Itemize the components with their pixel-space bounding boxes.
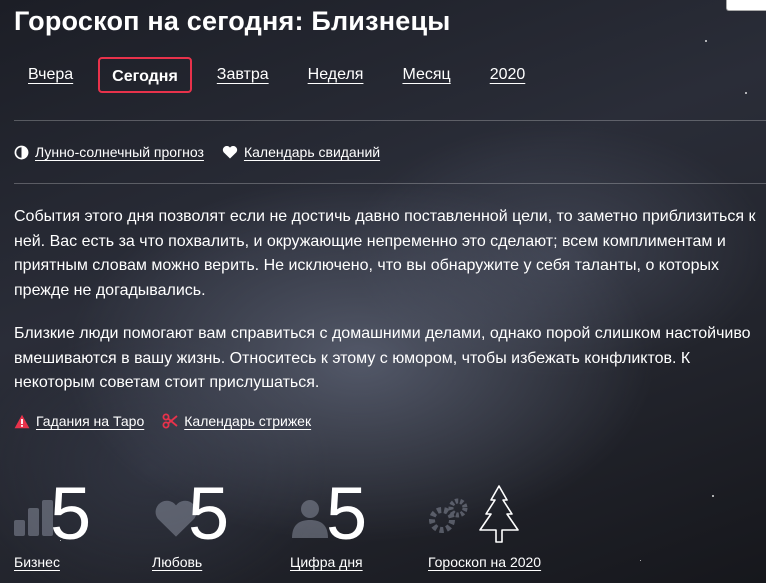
tab-yesterday[interactable]: Вчера <box>14 57 87 93</box>
stat-horoscope-2020[interactable]: Гороскоп на 2020 <box>428 478 628 578</box>
page-title: Гороскоп на сегодня: Близнецы <box>14 6 451 36</box>
tab-today[interactable]: Сегодня <box>98 57 192 93</box>
tab-tomorrow[interactable]: Завтра <box>203 57 283 93</box>
star-decoration <box>745 92 747 94</box>
stat-value: 5 <box>50 472 92 555</box>
heart-icon <box>222 145 238 159</box>
forecast-paragraph: События этого дня позволят если не дости… <box>14 208 756 299</box>
dating-calendar-link[interactable]: Календарь свиданий <box>222 144 380 160</box>
star-decoration <box>705 40 707 42</box>
forecast-paragraph: Близкие люди помогают вам справиться с д… <box>14 325 751 391</box>
tab-month[interactable]: Месяц <box>388 57 464 93</box>
tab-2020[interactable]: 2020 <box>476 57 540 93</box>
stat-value: 5 <box>326 472 368 555</box>
stat-label: Бизнес <box>14 554 60 570</box>
stat-label: Любовь <box>152 554 203 570</box>
stat-label: Цифра дня <box>290 554 363 570</box>
lunar-forecast-link[interactable]: Лунно-солнечный прогноз <box>14 144 204 160</box>
christmas-tree-icon <box>476 484 522 549</box>
tarot-link[interactable]: Гадания на Таро <box>14 413 144 429</box>
haircut-calendar-link[interactable]: Календарь стрижек <box>162 413 311 429</box>
bottom-links: Гадания на Таро Календарь стрижек <box>14 413 329 429</box>
divider <box>14 120 766 121</box>
star-decoration <box>640 560 641 561</box>
stat-number-of-day[interactable]: 5 Цифра дня <box>290 474 428 578</box>
stat-love[interactable]: 5 Любовь <box>152 474 290 578</box>
rating-stats: 5 Бизнес 5 Любовь 5 Цифра дня Гороскоп н… <box>14 474 628 578</box>
stat-label: Гороскоп на 2020 <box>428 554 542 570</box>
half-moon-icon <box>14 145 29 160</box>
stat-business[interactable]: 5 Бизнес <box>14 474 152 578</box>
star-decoration <box>712 495 714 497</box>
top-links: Лунно-солнечный прогноз Календарь свидан… <box>14 144 398 160</box>
corner-widget[interactable] <box>726 0 766 11</box>
triangle-icon <box>14 414 30 429</box>
stat-value: 5 <box>188 472 230 555</box>
scissors-icon <box>162 413 178 429</box>
person-icon <box>290 498 330 543</box>
tab-week[interactable]: Неделя <box>294 57 378 93</box>
period-tabs: Вчера Сегодня Завтра Неделя Месяц 2020 <box>14 56 550 94</box>
gears-icon <box>428 498 468 543</box>
divider <box>14 183 766 184</box>
